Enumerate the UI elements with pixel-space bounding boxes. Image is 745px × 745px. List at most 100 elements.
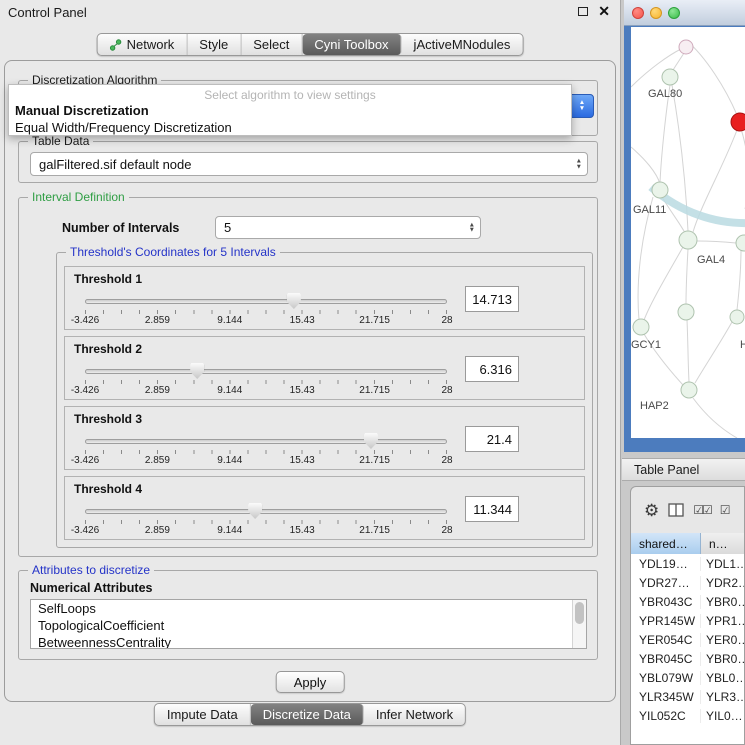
- attribute-item[interactable]: SelfLoops: [31, 600, 586, 617]
- apply-button[interactable]: Apply: [276, 671, 345, 693]
- number-of-intervals-select[interactable]: 5 ▲ ▼: [215, 216, 481, 239]
- tab-impute-data[interactable]: Impute Data: [155, 704, 251, 725]
- table-row[interactable]: YBL079WYBL0…: [631, 668, 744, 687]
- network-node-label: GAL80: [648, 88, 682, 100]
- algorithm-option-equal-width-frequency[interactable]: Equal Width/Frequency Discretization: [9, 119, 571, 136]
- attribute-item[interactable]: TopologicalCoefficient: [31, 617, 586, 634]
- scrollbar-thumb[interactable]: [575, 602, 584, 624]
- network-node[interactable]: [678, 304, 694, 320]
- minimize-traffic-light-icon[interactable]: [650, 7, 662, 19]
- network-graph: GAL80GAL11GAL4GCY1HHAP2: [631, 27, 745, 438]
- table-cell[interactable]: YBR0…: [701, 595, 744, 609]
- table-data-select[interactable]: galFiltered.sif default node ▲ ▼: [30, 152, 588, 176]
- threshold-label: Threshold 3: [74, 412, 142, 426]
- slider-thumb[interactable]: [190, 363, 204, 379]
- threshold-2-slider[interactable]: -3.4262.8599.14415.4321.71528: [85, 361, 447, 399]
- table-cell[interactable]: YDR2…: [701, 576, 744, 590]
- network-node[interactable]: [731, 113, 745, 131]
- slider-track[interactable]: [85, 439, 447, 444]
- close-icon[interactable]: ✕: [598, 6, 610, 17]
- select-all-rows-icon[interactable]: ☑☑: [693, 503, 711, 517]
- table-cell[interactable]: YLR345W: [631, 690, 701, 704]
- gear-icon[interactable]: ⚙: [644, 502, 659, 519]
- columns-icon[interactable]: [668, 503, 684, 517]
- table-row[interactable]: YIL052CYIL0…: [631, 706, 744, 725]
- select-rows-icon[interactable]: ☑: [720, 503, 729, 517]
- table-cell[interactable]: YDR27…: [631, 576, 701, 590]
- network-node[interactable]: [679, 40, 693, 54]
- slider-thumb[interactable]: [287, 293, 301, 309]
- table-cell[interactable]: YBR045C: [631, 652, 701, 666]
- threshold-value-field[interactable]: 14.713: [465, 286, 519, 312]
- table-cell[interactable]: YDL19…: [631, 557, 701, 571]
- threshold-3-panel: Threshold 3 -3.4262.8599.14415.4321.7152…: [64, 406, 585, 470]
- threshold-value-field[interactable]: 21.4: [465, 426, 519, 452]
- number-of-intervals-value: 5: [224, 220, 480, 235]
- slider-track[interactable]: [85, 299, 447, 304]
- slider-thumb[interactable]: [248, 503, 262, 519]
- table-cell[interactable]: YBR0…: [701, 652, 744, 666]
- table-cell[interactable]: YBL079W: [631, 671, 701, 685]
- table-row[interactable]: YDR27…YDR2…: [631, 573, 744, 592]
- slider-track[interactable]: [85, 369, 447, 374]
- tab-label: Discretize Data: [263, 707, 351, 722]
- tab-style[interactable]: Style: [187, 34, 241, 55]
- network-node[interactable]: [662, 69, 678, 85]
- tab-jactivemnodules[interactable]: jActiveMNodules: [402, 34, 523, 55]
- tab-discretize-data[interactable]: Discretize Data: [251, 704, 364, 725]
- table-cell[interactable]: YIL052C: [631, 709, 701, 723]
- slider-thumb[interactable]: [364, 433, 378, 449]
- slider-track[interactable]: [85, 509, 447, 514]
- threshold-3-slider[interactable]: -3.4262.8599.14415.4321.71528: [85, 431, 447, 469]
- slider-scale-label: 15.43: [290, 525, 315, 536]
- network-node[interactable]: [681, 382, 697, 398]
- tab-cyni-toolbox[interactable]: Cyni Toolbox: [302, 34, 401, 55]
- table-row[interactable]: YLR345WYLR3…: [631, 687, 744, 706]
- stepper-arrows-icon: ▲ ▼: [469, 222, 475, 233]
- column-header-name[interactable]: n…: [701, 533, 744, 554]
- slider-scale-label: 2.859: [145, 315, 170, 326]
- table-row[interactable]: YBR045CYBR0…: [631, 649, 744, 668]
- down-arrow-icon: ▼: [576, 164, 582, 170]
- threshold-1-slider[interactable]: -3.4262.8599.14415.4321.71528: [85, 291, 447, 329]
- threshold-value-field[interactable]: 6.316: [465, 356, 519, 382]
- tab-infer-network[interactable]: Infer Network: [364, 704, 465, 725]
- algorithm-option-manual-discretization[interactable]: Manual Discretization: [9, 102, 571, 119]
- attributes-list[interactable]: SelfLoopsTopologicalCoefficientBetweenne…: [30, 599, 587, 649]
- list-scrollbar[interactable]: [572, 600, 586, 648]
- table-row[interactable]: YDL19…YDL1…: [631, 554, 744, 573]
- zoom-traffic-light-icon[interactable]: [668, 7, 680, 19]
- tab-select[interactable]: Select: [241, 34, 302, 55]
- table-cell[interactable]: YPR1…: [701, 614, 744, 628]
- table-panel-header: Table Panel: [622, 458, 745, 481]
- table-cell[interactable]: YBL0…: [701, 671, 744, 685]
- slider-ticks: [85, 520, 447, 524]
- close-traffic-light-icon[interactable]: [632, 7, 644, 19]
- table-cell[interactable]: YER054C: [631, 633, 701, 647]
- slider-scale-label: 2.859: [145, 455, 170, 466]
- float-window-icon[interactable]: [578, 7, 588, 16]
- table-row[interactable]: YBR043CYBR0…: [631, 592, 744, 611]
- table-cell[interactable]: YPR145W: [631, 614, 701, 628]
- network-node[interactable]: [679, 231, 697, 249]
- tab-network[interactable]: Network: [98, 34, 188, 55]
- table-cell[interactable]: YER0…: [701, 633, 744, 647]
- table-cell[interactable]: YDL1…: [701, 557, 744, 571]
- threshold-4-panel: Threshold 4 -3.4262.8599.14415.4321.7152…: [64, 476, 585, 540]
- threshold-value-field[interactable]: 11.344: [465, 496, 519, 522]
- table-cell[interactable]: YIL0…: [701, 709, 744, 723]
- network-canvas[interactable]: GAL80GAL11GAL4GCY1HHAP2: [631, 27, 745, 438]
- column-header-shared-name[interactable]: shared…: [631, 533, 701, 554]
- attribute-item[interactable]: BetweennessCentrality: [31, 634, 586, 649]
- table-cell[interactable]: YBR043C: [631, 595, 701, 609]
- table-cell[interactable]: YLR3…: [701, 690, 744, 704]
- network-node[interactable]: [633, 319, 649, 335]
- network-node[interactable]: [736, 235, 745, 251]
- table-row[interactable]: YER054CYER0…: [631, 630, 744, 649]
- table-row[interactable]: YPR145WYPR1…: [631, 611, 744, 630]
- network-node[interactable]: [730, 310, 744, 324]
- network-node[interactable]: [652, 182, 668, 198]
- threshold-4-slider[interactable]: -3.4262.8599.14415.4321.71528: [85, 501, 447, 539]
- slider-ticks: [85, 380, 447, 384]
- slider-ticks: [85, 310, 447, 314]
